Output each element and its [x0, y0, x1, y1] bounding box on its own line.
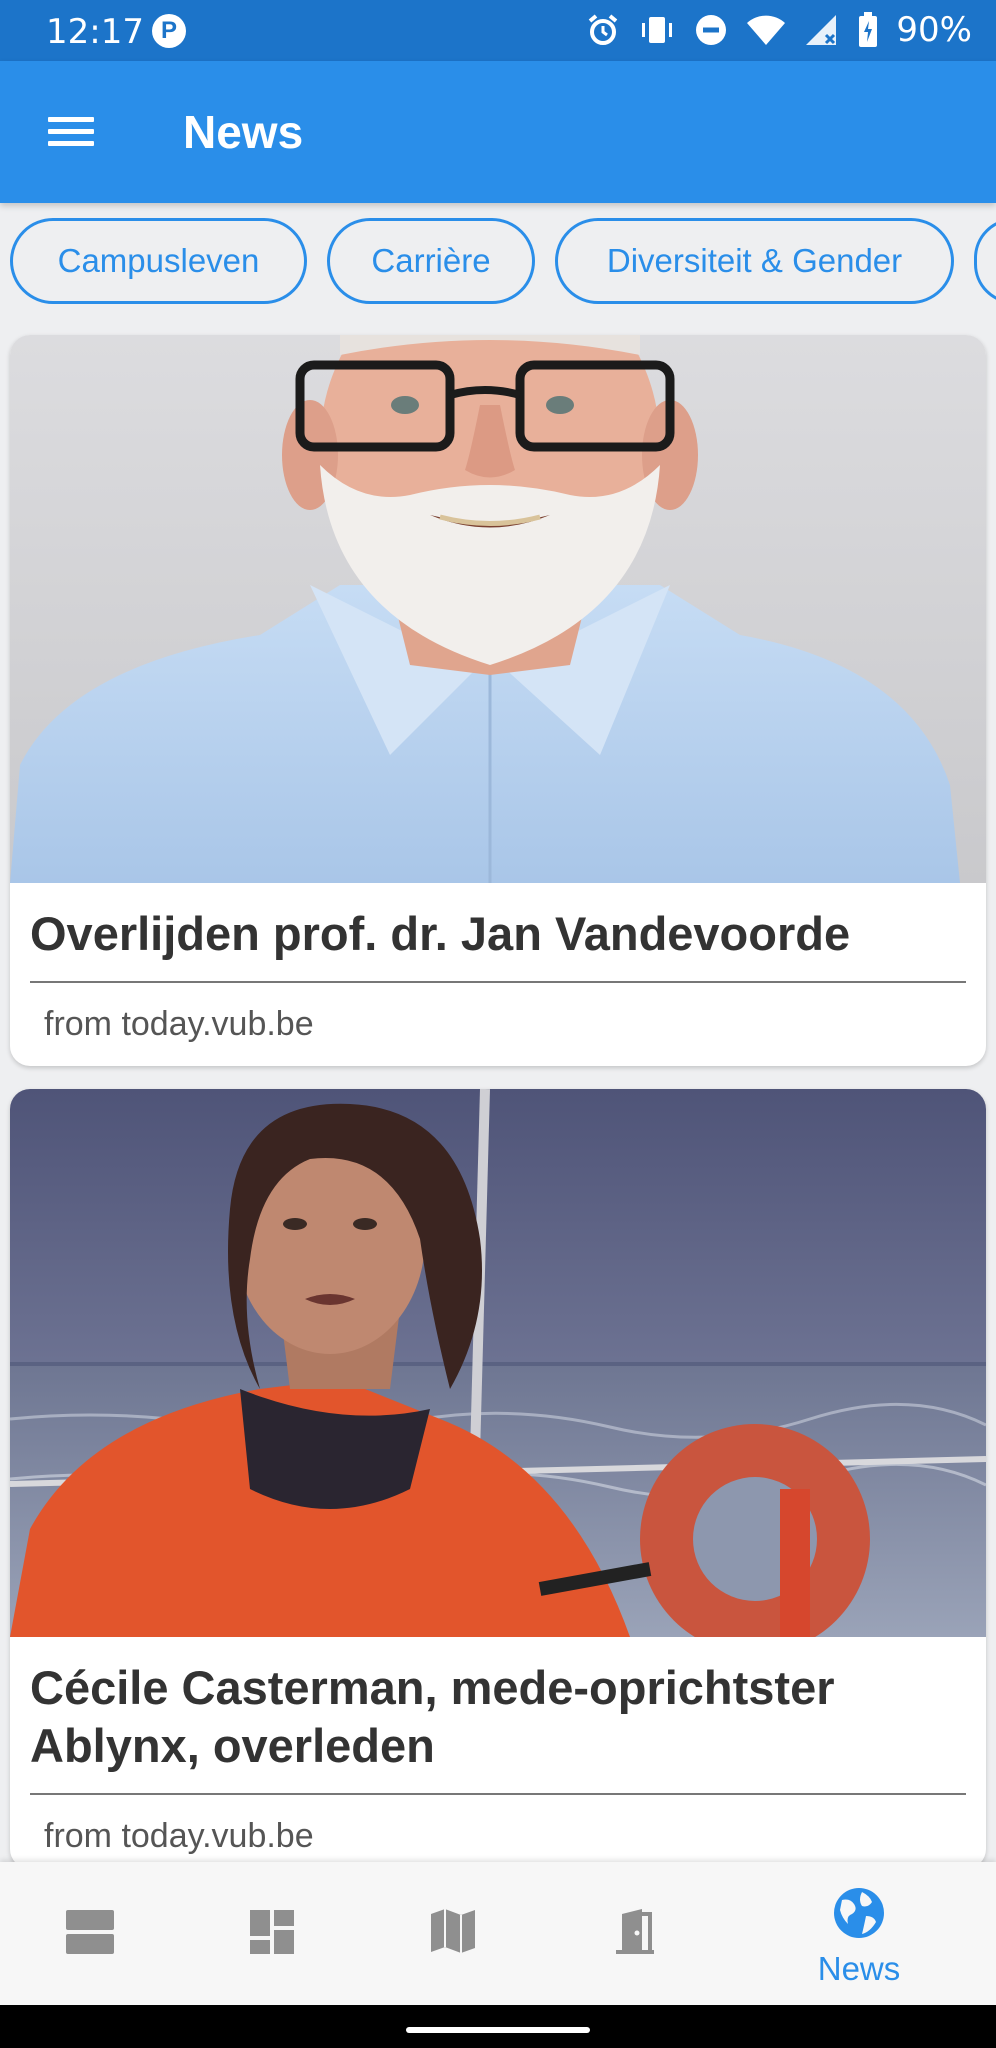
dashboard-icon	[250, 1910, 294, 1954]
door-icon	[616, 1909, 654, 1954]
article-image[interactable]	[10, 335, 986, 883]
article-title[interactable]: Overlijden prof. dr. Jan Vandevoorde	[30, 883, 966, 983]
article-source: from today.vub.be	[44, 1005, 314, 1043]
status-bar: 12:17 P 90%	[0, 0, 996, 61]
system-gesture-bar	[0, 2005, 996, 2048]
bottom-navigation: News	[0, 1862, 996, 2005]
nav-item-dashboard[interactable]	[197, 1862, 347, 2005]
signal-icon	[806, 15, 837, 45]
globe-icon	[834, 1888, 884, 1938]
nav-item-news[interactable]: News	[784, 1862, 934, 2005]
article-image[interactable]	[10, 1089, 986, 1637]
article-card[interactable]: Cécile Casterman, mede-oprichtster Ablyn…	[10, 1089, 986, 1869]
nav-item-agenda[interactable]	[15, 1862, 165, 2005]
article-title[interactable]: Cécile Casterman, mede-oprichtster Ablyn…	[30, 1637, 966, 1795]
battery-percentage: 90%	[896, 10, 972, 50]
notification-app-icon: P	[152, 14, 186, 48]
do-not-disturb-icon	[696, 15, 727, 45]
vibrate-icon	[642, 17, 673, 43]
wifi-icon	[747, 15, 786, 45]
menu-button[interactable]	[36, 107, 106, 157]
alarm-icon	[589, 14, 618, 45]
chip-campusleven[interactable]: Campusleven	[10, 218, 307, 304]
map-icon	[431, 1909, 475, 1953]
nav-item-map[interactable]	[378, 1862, 528, 2005]
category-chips[interactable]: Campusleven Carrière Diversiteit & Gende…	[0, 218, 996, 310]
chip-diversiteit-gender[interactable]: Diversiteit & Gender	[555, 218, 954, 304]
view-agenda-icon	[66, 1910, 114, 1954]
chip-carriere[interactable]: Carrière	[327, 218, 535, 304]
nav-item-rooms[interactable]	[560, 1862, 710, 2005]
nav-label-news: News	[817, 1950, 901, 1987]
battery-icon	[859, 12, 878, 47]
status-icons: 90%	[586, 10, 972, 50]
status-time: 12:17	[46, 12, 144, 52]
home-gesture-handle[interactable]	[406, 2027, 590, 2033]
chip-next-partial[interactable]	[974, 218, 996, 304]
article-card[interactable]: Overlijden prof. dr. Jan Vandevoorde fro…	[10, 335, 986, 1066]
page-title: News	[183, 106, 304, 158]
article-source: from today.vub.be	[44, 1817, 314, 1855]
app-bar: News	[0, 61, 996, 203]
